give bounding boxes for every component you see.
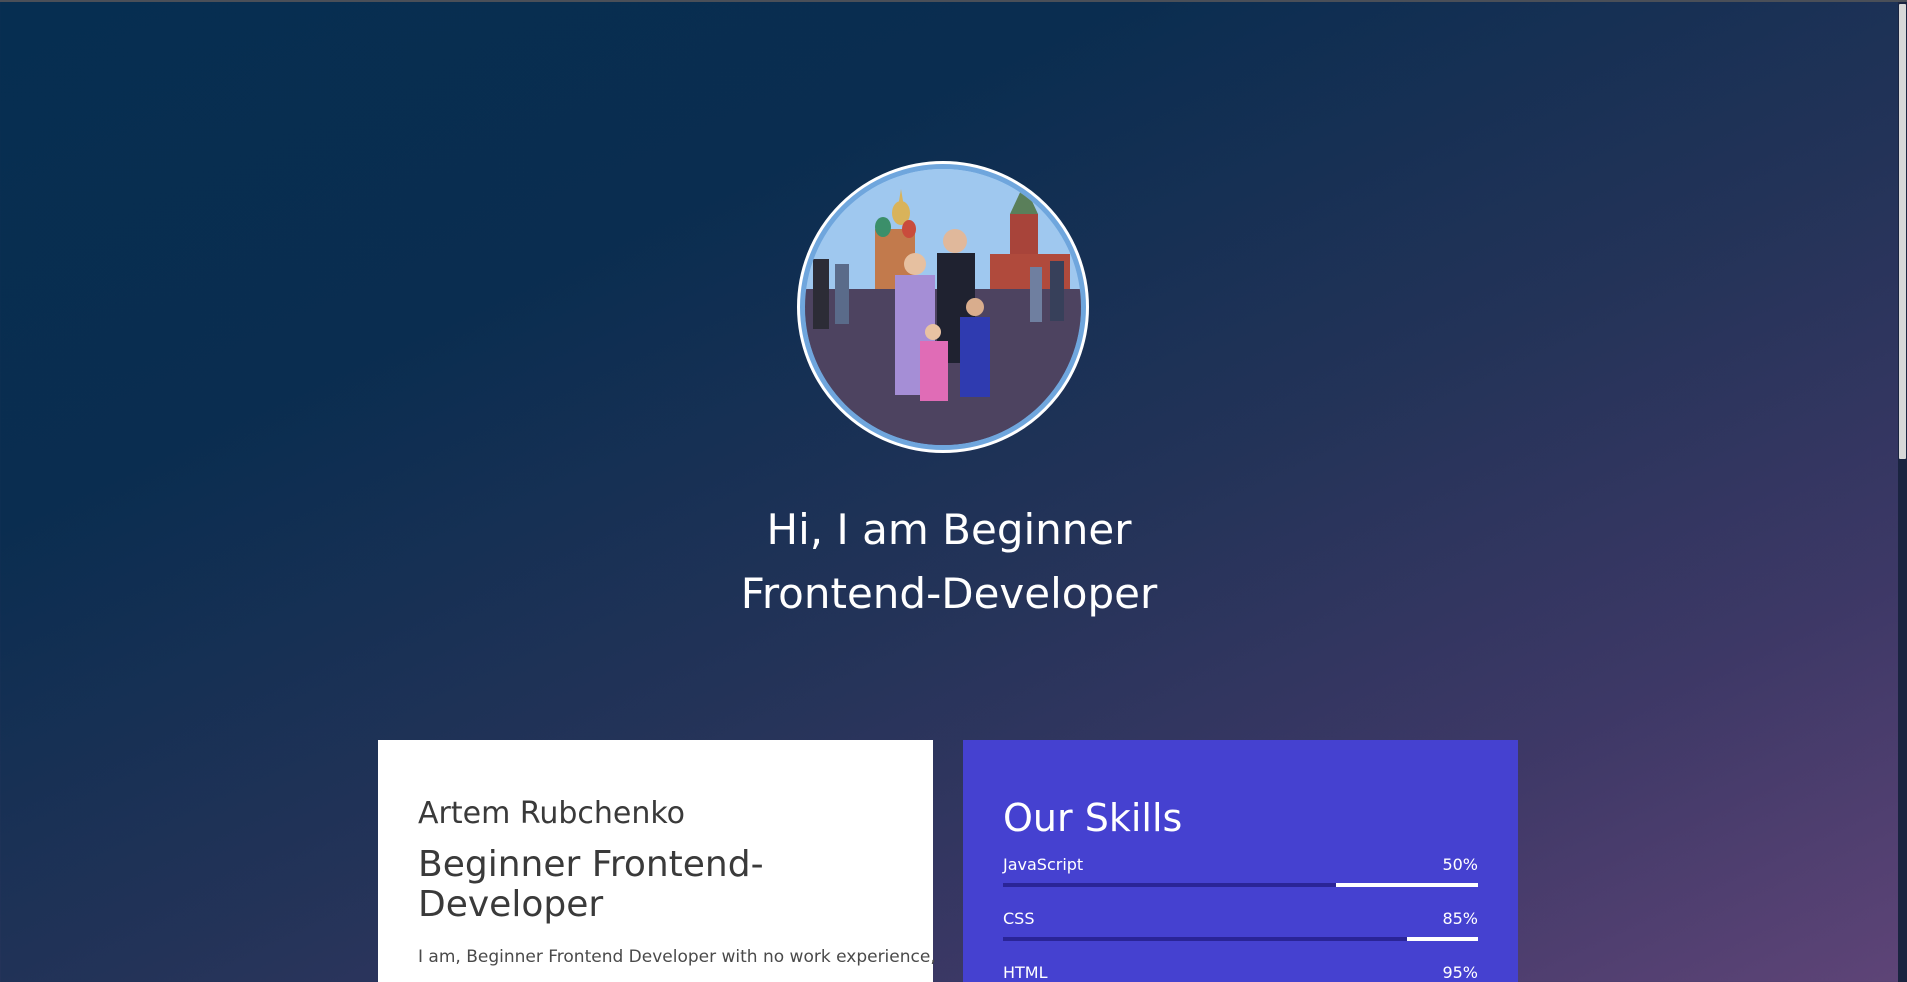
about-card: Artem Rubchenko Beginner Frontend-Develo… xyxy=(378,740,936,982)
skill-percent: 50% xyxy=(1442,855,1478,874)
skill-name: CSS xyxy=(1003,909,1035,928)
skill-css: CSS 85% xyxy=(1003,909,1478,941)
skill-percent: 85% xyxy=(1442,909,1478,928)
skill-progress-fill xyxy=(1003,937,1407,941)
about-role: Beginner Frontend-Developer xyxy=(418,844,764,925)
skill-row: CSS 85% xyxy=(1003,909,1478,929)
hero-title-line1: Hi, I am Beginner xyxy=(766,505,1132,555)
avatar-photo-illustration xyxy=(805,169,1081,445)
skill-javascript: JavaScript 50% xyxy=(1003,855,1478,887)
skill-row: HTML 95% xyxy=(1003,963,1478,982)
avatar xyxy=(797,161,1089,453)
hero-section: Hi, I am Beginner Frontend-Developer xyxy=(0,0,1898,700)
skills-title: Our Skills xyxy=(1003,796,1183,840)
skill-progress-fill xyxy=(1003,883,1336,887)
hero-title: Hi, I am Beginner Frontend-Developer xyxy=(0,498,1898,626)
skill-percent: 95% xyxy=(1442,963,1478,982)
skill-row: JavaScript 50% xyxy=(1003,855,1478,875)
page-scrollbar[interactable] xyxy=(1898,2,1907,982)
skill-progress-bar xyxy=(1003,883,1478,887)
skill-html: HTML 95% xyxy=(1003,963,1478,982)
skill-name: HTML xyxy=(1003,963,1048,982)
skill-name: JavaScript xyxy=(1003,855,1084,874)
scrollbar-thumb[interactable] xyxy=(1899,4,1906,459)
about-name: Artem Rubchenko xyxy=(418,796,686,831)
hero-title-line2: Frontend-Developer xyxy=(740,569,1158,619)
skill-progress-bar xyxy=(1003,937,1478,941)
skills-card: Our Skills JavaScript 50% CSS 85% HTML 9… xyxy=(963,740,1518,982)
about-text: I am, Beginner Frontend Developer with n… xyxy=(418,947,936,967)
avatar-photo xyxy=(805,169,1081,445)
